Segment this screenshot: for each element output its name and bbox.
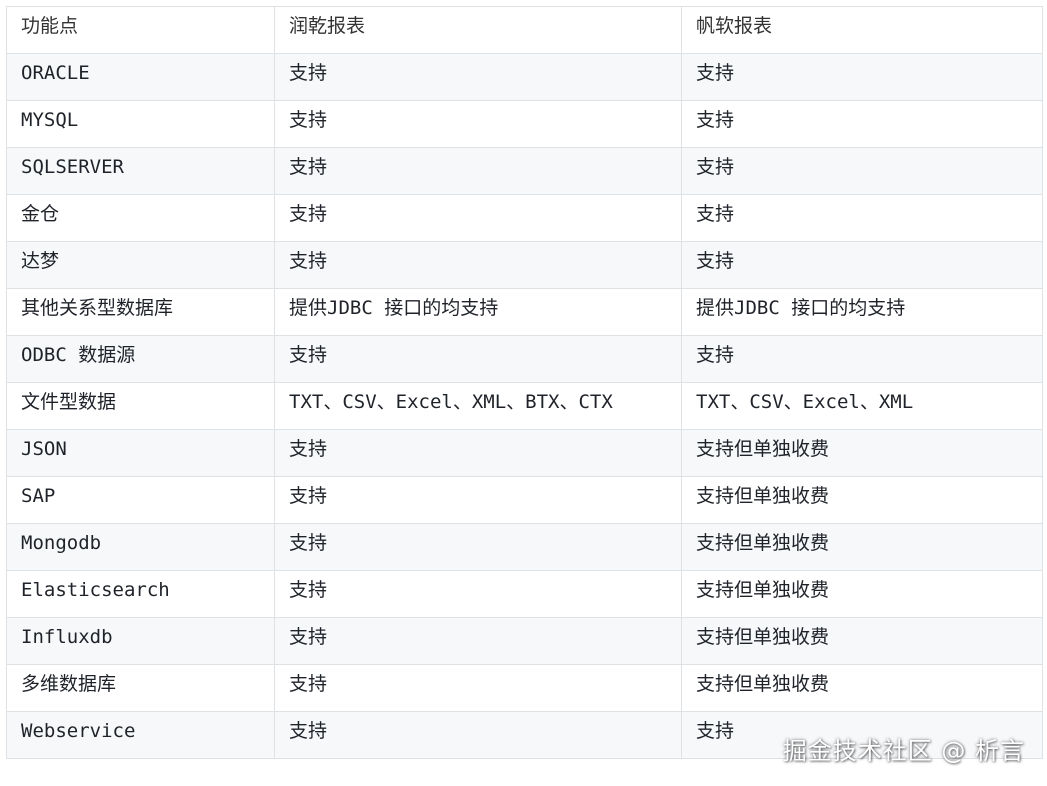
fanruan-cell: 支持 bbox=[681, 147, 1043, 195]
runqian-cell: 支持 bbox=[274, 429, 682, 477]
feature-cell: Influxdb bbox=[6, 617, 275, 665]
fanruan-cell: 支持 bbox=[681, 53, 1043, 101]
fanruan-cell: 支持但单独收费 bbox=[681, 570, 1043, 618]
feature-cell: 金仓 bbox=[6, 194, 275, 242]
feature-cell: 多维数据库 bbox=[6, 664, 275, 712]
fanruan-cell: 支持 bbox=[681, 335, 1043, 383]
feature-cell: 达梦 bbox=[6, 241, 275, 289]
runqian-cell: 支持 bbox=[274, 194, 682, 242]
feature-cell: Elasticsearch bbox=[6, 570, 275, 618]
fanruan-cell: 支持但单独收费 bbox=[681, 523, 1043, 571]
fanruan-cell: 支持但单独收费 bbox=[681, 476, 1043, 524]
fanruan-cell: 支持但单独收费 bbox=[681, 664, 1043, 712]
runqian-cell: 支持 bbox=[274, 335, 682, 383]
table-row: 多维数据库 支持 支持但单独收费 bbox=[6, 664, 1043, 712]
watermark-text: 掘金技术社区 @ 析言 bbox=[782, 737, 1025, 765]
runqian-cell: 支持 bbox=[274, 100, 682, 148]
runqian-cell: 支持 bbox=[274, 53, 682, 101]
table-row: JSON 支持 支持但单独收费 bbox=[6, 429, 1043, 477]
table-row: Elasticsearch 支持 支持但单独收费 bbox=[6, 570, 1043, 618]
runqian-cell: 支持 bbox=[274, 147, 682, 195]
runqian-cell: TXT、CSV、Excel、XML、BTX、CTX bbox=[274, 382, 682, 430]
table-row: Mongodb 支持 支持但单独收费 bbox=[6, 523, 1043, 571]
table-header-row: 功能点 润乾报表 帆软报表 bbox=[6, 6, 1043, 54]
table-row: Influxdb 支持 支持但单独收费 bbox=[6, 617, 1043, 665]
fanruan-cell: 支持但单独收费 bbox=[681, 617, 1043, 665]
runqian-cell: 支持 bbox=[274, 570, 682, 618]
table-row: ODBC 数据源 支持 支持 bbox=[6, 335, 1043, 383]
feature-cell: 其他关系型数据库 bbox=[6, 288, 275, 336]
feature-cell: JSON bbox=[6, 429, 275, 477]
runqian-cell: 提供JDBC 接口的均支持 bbox=[274, 288, 682, 336]
header-fanruan: 帆软报表 bbox=[681, 6, 1043, 54]
table-row: 文件型数据 TXT、CSV、Excel、XML、BTX、CTX TXT、CSV、… bbox=[6, 382, 1043, 430]
table-row: SAP 支持 支持但单独收费 bbox=[6, 476, 1043, 524]
table-row: 金仓 支持 支持 bbox=[6, 194, 1043, 242]
table-row: 达梦 支持 支持 bbox=[6, 241, 1043, 289]
feature-cell: ODBC 数据源 bbox=[6, 335, 275, 383]
feature-cell: MYSQL bbox=[6, 100, 275, 148]
header-runqian: 润乾报表 bbox=[274, 6, 682, 54]
runqian-cell: 支持 bbox=[274, 523, 682, 571]
runqian-cell: 支持 bbox=[274, 711, 682, 759]
runqian-cell: 支持 bbox=[274, 617, 682, 665]
feature-cell: Webservice bbox=[6, 711, 275, 759]
comparison-table: 功能点 润乾报表 帆软报表 ORACLE 支持 支持 MYSQL 支持 支持 S… bbox=[6, 6, 1043, 759]
fanruan-cell: 提供JDBC 接口的均支持 bbox=[681, 288, 1043, 336]
fanruan-cell: TXT、CSV、Excel、XML bbox=[681, 382, 1043, 430]
feature-cell: SQLSERVER bbox=[6, 147, 275, 195]
fanruan-cell: 支持 bbox=[681, 194, 1043, 242]
comparison-table-container: 功能点 润乾报表 帆软报表 ORACLE 支持 支持 MYSQL 支持 支持 S… bbox=[6, 6, 1043, 759]
runqian-cell: 支持 bbox=[274, 241, 682, 289]
feature-cell: SAP bbox=[6, 476, 275, 524]
table-row: MYSQL 支持 支持 bbox=[6, 100, 1043, 148]
feature-cell: 文件型数据 bbox=[6, 382, 275, 430]
runqian-cell: 支持 bbox=[274, 476, 682, 524]
fanruan-cell: 支持但单独收费 bbox=[681, 429, 1043, 477]
feature-cell: Mongodb bbox=[6, 523, 275, 571]
runqian-cell: 支持 bbox=[274, 664, 682, 712]
table-row: 其他关系型数据库 提供JDBC 接口的均支持 提供JDBC 接口的均支持 bbox=[6, 288, 1043, 336]
table-body: ORACLE 支持 支持 MYSQL 支持 支持 SQLSERVER 支持 支持… bbox=[6, 53, 1043, 759]
fanruan-cell: 支持 bbox=[681, 100, 1043, 148]
table-row: SQLSERVER 支持 支持 bbox=[6, 147, 1043, 195]
feature-cell: ORACLE bbox=[6, 53, 275, 101]
table-row: ORACLE 支持 支持 bbox=[6, 53, 1043, 101]
fanruan-cell: 支持 bbox=[681, 241, 1043, 289]
header-feature: 功能点 bbox=[6, 6, 275, 54]
